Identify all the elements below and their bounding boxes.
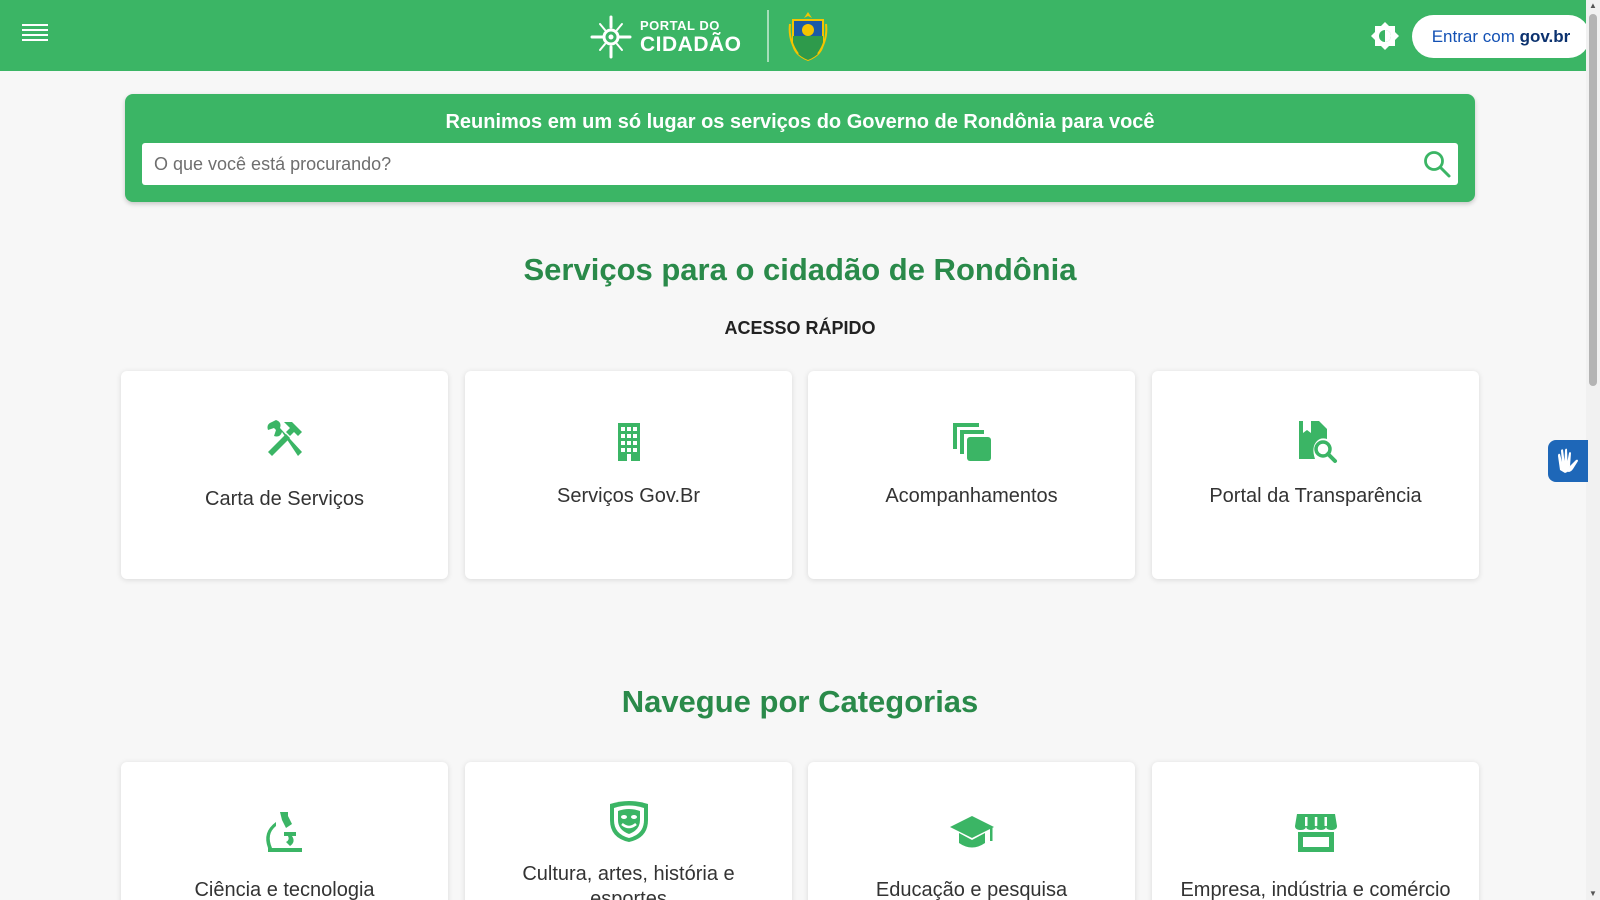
quick-card-servicos-govbr[interactable]: Serviços Gov.Br [465,371,792,579]
quick-access-subtitle: ACESSO RÁPIDO [724,318,876,338]
categories-title: Navegue por Categorias [621,684,979,719]
portal-logo-text: PORTAL DO CIDADÃO [640,19,742,55]
tools-icon [267,420,302,456]
category-card-label: Ciência e tecnologia [194,879,375,900]
quick-card-portal-transparencia[interactable]: Portal da Transparência [1152,371,1479,579]
copies-icon [952,423,991,461]
hands-icon [1558,448,1578,473]
search-input[interactable] [142,143,1402,185]
quick-card-label: Portal da Transparência [1209,485,1422,507]
category-card-educacao-pesquisa[interactable]: Educação e pesquisa [808,762,1135,900]
category-card-label: Empresa, indústria e comércio [1180,879,1451,900]
brand-divider [767,10,769,62]
quick-card-label: Serviços Gov.Br [557,485,700,507]
theater-mask-icon [609,801,648,842]
quick-card-label: Acompanhamentos [885,485,1058,507]
top-header: PORTAL DO CIDADÃO Entrar com gov.br [0,0,1590,71]
rondonia-crest-icon [788,12,828,62]
quick-card-carta-servicos[interactable]: Carta de Serviços [121,371,448,579]
microscope-icon [265,812,302,852]
category-card-ciencia-tecnologia[interactable]: Ciência e tecnologia [121,762,448,900]
page-scrollbar[interactable]: ▲ ▼ [1586,0,1600,900]
document-search-icon [1298,421,1337,463]
category-card-cultura-artes[interactable]: Cultura, artes, história e esportes [465,762,792,900]
hero-title: Reunimos em um só lugar os serviços do G… [445,111,1155,133]
building-icon [617,423,640,461]
login-prefix: Entrar com [1431,27,1520,46]
login-govbr-brand: gov.br [1519,27,1571,46]
brand-big-text: CIDADÃO [640,33,742,56]
menu-icon[interactable] [22,24,48,48]
search-icon[interactable] [1422,149,1452,179]
search-box [142,143,1458,185]
storefront-icon [1294,814,1337,852]
category-card-empresa-industria[interactable]: Empresa, indústria e comércio [1152,762,1479,900]
search-hero: Reunimos em um só lugar os serviços do G… [125,94,1475,202]
portal-logo-icon [590,15,632,59]
contrast-icon[interactable] [1370,21,1400,51]
quick-card-acompanhamentos[interactable]: Acompanhamentos [808,371,1135,579]
services-title: Serviços para o cidadão de Rondônia [523,252,1077,287]
graduation-cap-icon [949,816,994,848]
quick-card-label: Carta de Serviços [205,488,364,510]
category-card-label: Cultura, artes, história e esportes [522,863,735,900]
brand-small-text: PORTAL DO [640,18,720,33]
category-card-label: Educação e pesquisa [875,879,1068,900]
login-govbr-button[interactable]: Entrar com gov.br [1412,15,1590,58]
portal-logo[interactable]: PORTAL DO CIDADÃO [588,12,742,62]
scroll-down-arrow-icon[interactable]: ▼ [1588,889,1598,899]
sign-language-widget-button[interactable] [1548,440,1588,482]
scroll-up-arrow-icon[interactable]: ▲ [1588,1,1598,11]
